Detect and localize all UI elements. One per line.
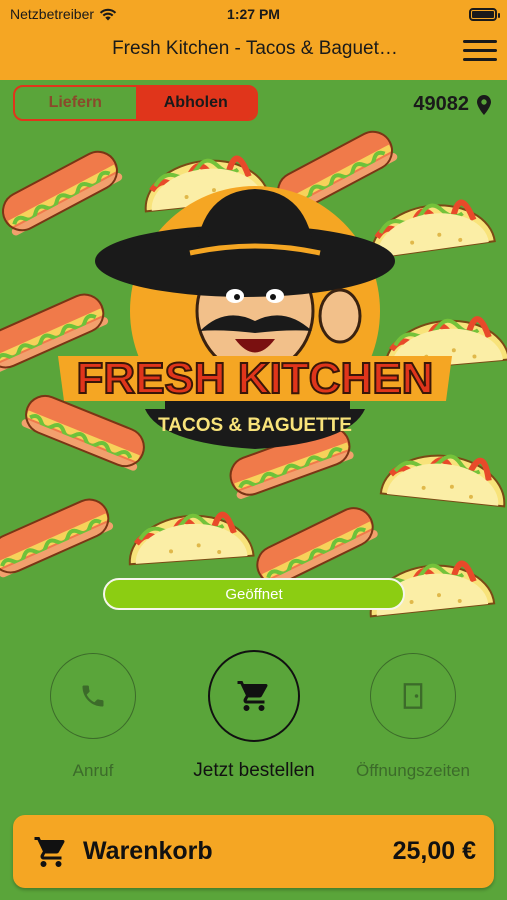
app-header: Netzbetreiber 1:27 PM Fresh Kitchen - Ta…	[0, 0, 507, 80]
quick-actions: Anruf Jetzt bestellen Öffnungszeiten	[0, 641, 507, 806]
shopping-cart-icon	[237, 681, 268, 711]
toggle-pickup[interactable]: Abholen	[135, 87, 256, 119]
menu-icon	[463, 40, 497, 43]
logo-subtitle: TACOS & BAGUETTE	[158, 415, 352, 436]
status-time: 1:27 PM	[227, 6, 280, 22]
call-action[interactable]: Anruf	[23, 653, 163, 781]
hours-action[interactable]: Öffnungszeiten	[343, 653, 483, 781]
location-selector[interactable]: 49082	[413, 93, 491, 116]
status-bar: Netzbetreiber 1:27 PM	[0, 5, 507, 25]
order-button[interactable]	[208, 650, 300, 742]
logo-title: FRESH KITCHEN	[77, 354, 434, 403]
call-button[interactable]	[50, 653, 136, 739]
restaurant-hero-image: FRESH KITCHEN TACOS & BAGUETTE	[0, 126, 507, 641]
order-action[interactable]: Jetzt bestellen	[184, 650, 324, 782]
delivery-mode-toggle[interactable]: Liefern Abholen	[13, 85, 258, 121]
hours-button[interactable]	[370, 653, 456, 739]
cart-button[interactable]: Warenkorb 25,00 €	[13, 815, 494, 888]
zip-code: 49082	[413, 93, 469, 115]
page-title: Fresh Kitchen - Tacos & Baguet…	[112, 38, 398, 59]
cart-icon	[34, 836, 65, 867]
toggle-delivery[interactable]: Liefern	[15, 87, 136, 119]
location-pin-icon	[477, 94, 491, 115]
hamburger-menu-button[interactable]	[463, 40, 497, 64]
battery-icon	[469, 8, 500, 21]
hours-label: Öffnungszeiten	[355, 761, 471, 780]
restaurant-logo: FRESH KITCHEN TACOS & BAGUETTE	[58, 186, 452, 449]
cart-label: Warenkorb	[83, 837, 213, 865]
cart-total: 25,00 €	[392, 837, 476, 865]
door-icon	[403, 683, 423, 709]
order-label: Jetzt bestellen	[193, 760, 315, 781]
order-mode-bar: Liefern Abholen 49082	[0, 80, 507, 126]
phone-icon	[82, 685, 104, 707]
call-label: Anruf	[72, 761, 114, 780]
open-status-badge: Geöffnet	[103, 578, 405, 610]
